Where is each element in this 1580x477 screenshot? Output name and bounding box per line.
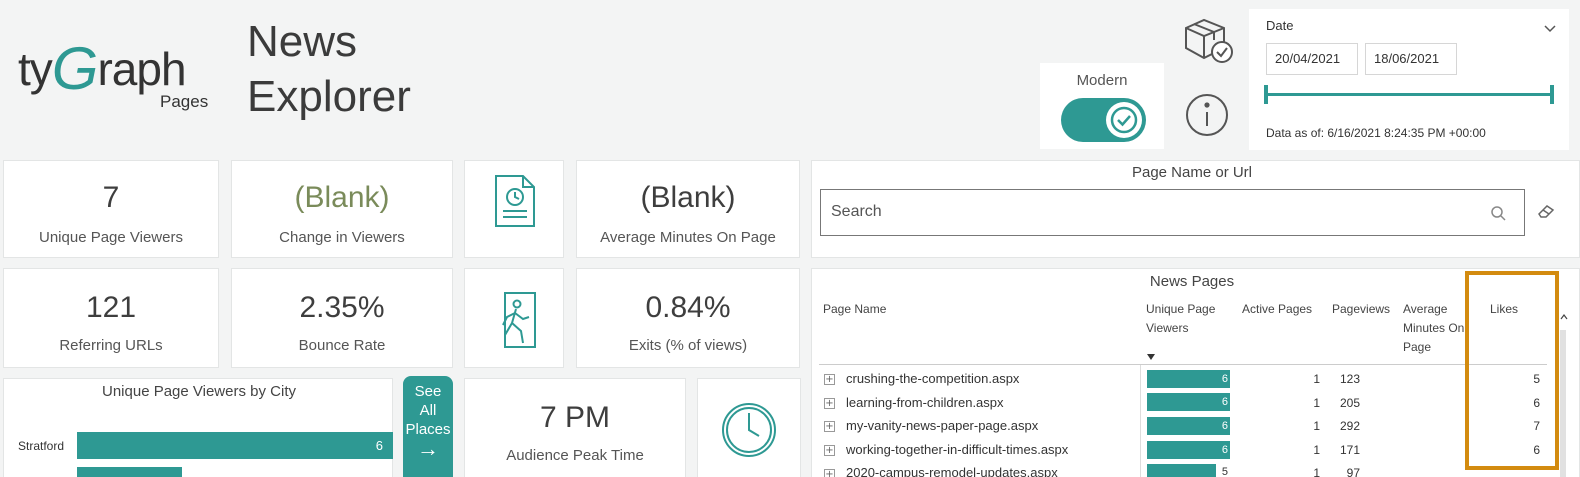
exit-running-icon	[502, 292, 536, 348]
city-bar[interactable]: 6	[77, 432, 393, 459]
row-page-name[interactable]: 2020-campus-remodel-updates.aspx	[846, 465, 1058, 477]
start-date-input[interactable]: 20/04/2021	[1266, 43, 1358, 75]
kpi-value: 121	[85, 291, 137, 324]
document-clock-icon	[495, 175, 535, 227]
slider-end-handle[interactable]	[1550, 85, 1554, 104]
exit-card	[464, 268, 564, 368]
row-viewers: 6	[1221, 373, 1228, 385]
row-pageviews: 123	[1339, 372, 1360, 386]
end-date-input[interactable]: 18/06/2021	[1365, 43, 1457, 75]
expand-plus-icon[interactable]: +	[824, 421, 835, 432]
document-clock-card	[464, 160, 564, 258]
row-viewers: 6	[1221, 420, 1228, 432]
tygraph-logo: tyGraph	[18, 35, 187, 102]
search-title: Page Name or Url	[1131, 164, 1253, 181]
search-panel: Page Name or Url Search	[811, 160, 1580, 258]
col-header-pageviews[interactable]: Pageviews	[1332, 300, 1390, 319]
clock-icon	[722, 403, 776, 457]
check-icon	[1110, 106, 1138, 134]
search-input[interactable]: Search	[820, 189, 1525, 236]
toggle-knob	[1106, 102, 1142, 138]
data-as-of: Data as of: 6/16/2021 8:24:35 PM +00:00	[1266, 126, 1486, 140]
chevron-down-icon[interactable]	[1543, 19, 1557, 38]
package-check-icon[interactable]	[1180, 14, 1236, 70]
city-label: Stratford	[18, 439, 65, 453]
logo-subtitle: Pages	[160, 92, 209, 111]
expand-plus-icon[interactable]: +	[824, 445, 835, 456]
kpi-label: Bounce Rate	[298, 337, 386, 354]
kpi-peak-time: 7 PM Audience Peak Time	[464, 378, 686, 477]
col-header-avg-minutes[interactable]: Average Minutes On Page	[1403, 300, 1465, 357]
row-viewers: 5	[1221, 466, 1228, 477]
scroll-up-icon[interactable]	[1560, 305, 1568, 324]
date-slicer: Date 20/04/2021 18/06/2021 Data as of: 6…	[1249, 9, 1569, 150]
eraser-icon[interactable]	[1536, 203, 1556, 219]
column-divider	[1140, 365, 1141, 477]
kpi-label: Audience Peak Time	[506, 447, 644, 464]
row-pageviews: 205	[1339, 396, 1360, 410]
row-viewers: 6	[1221, 444, 1228, 456]
kpi-value: 7	[102, 181, 120, 214]
kpi-value: 0.84%	[645, 291, 731, 324]
see-all-places-button[interactable]: See All Places →	[403, 376, 453, 477]
city-chart-title: Unique Page Viewers by City	[102, 383, 296, 400]
row-page-name[interactable]: learning-from-children.aspx	[846, 395, 1004, 410]
search-placeholder: Search	[831, 203, 882, 220]
city-bar[interactable]	[77, 467, 182, 477]
date-label: Date	[1266, 18, 1294, 33]
arrow-right-icon: →	[417, 436, 439, 461]
likes-column-highlight	[1465, 271, 1559, 470]
kpi-change-viewers: (Blank) Change in Viewers	[231, 160, 453, 258]
row-page-name[interactable]: my-vanity-news-paper-page.aspx	[846, 418, 1038, 433]
kpi-label: Referring URLs	[59, 337, 163, 354]
page-title: News Explorer	[247, 17, 411, 121]
kpi-bounce-rate: 2.35% Bounce Rate	[231, 268, 453, 368]
modern-toggle-panel: Modern	[1040, 63, 1164, 149]
header-divider	[819, 364, 1547, 365]
city-bar-value: 6	[375, 438, 383, 453]
modern-label: Modern	[1076, 72, 1128, 89]
col-header-page-name[interactable]: Page Name	[823, 300, 886, 319]
kpi-value: 2.35%	[299, 291, 385, 324]
modern-toggle[interactable]	[1061, 98, 1146, 142]
kpi-label: Exits (% of views)	[628, 337, 748, 354]
kpi-referring-urls: 121 Referring URLs	[3, 268, 219, 368]
kpi-value: (Blank)	[294, 181, 390, 214]
row-page-name[interactable]: working-together-in-difficult-times.aspx	[846, 442, 1068, 457]
row-viewers: 6	[1221, 396, 1228, 408]
info-icon[interactable]	[1185, 93, 1229, 137]
sort-desc-icon[interactable]	[1147, 354, 1155, 360]
kpi-unique-viewers: 7 Unique Page Viewers	[3, 160, 219, 258]
row-page-name[interactable]: crushing-the-competition.aspx	[846, 371, 1019, 386]
kpi-exits: 0.84% Exits (% of views)	[576, 268, 800, 368]
row-pageviews: 292	[1339, 419, 1360, 433]
expand-plus-icon[interactable]: +	[824, 469, 835, 477]
kpi-label: Average Minutes On Page	[600, 229, 776, 246]
clock-card	[697, 378, 801, 477]
row-pageviews: 97	[1346, 466, 1360, 477]
date-range-slider[interactable]	[1266, 93, 1552, 96]
kpi-value: 7 PM	[539, 401, 611, 434]
kpi-label: Change in Viewers	[279, 229, 405, 246]
expand-plus-icon[interactable]: +	[824, 374, 835, 385]
table-title: News Pages	[1149, 273, 1235, 290]
search-icon[interactable]	[1490, 205, 1506, 221]
kpi-avg-minutes: (Blank) Average Minutes On Page	[576, 160, 800, 258]
kpi-value: (Blank)	[640, 181, 736, 214]
slider-start-handle[interactable]	[1264, 85, 1268, 104]
col-header-active-pages[interactable]: Active Pages	[1242, 300, 1312, 319]
table-scrollbar[interactable]	[1560, 330, 1566, 477]
city-chart: Unique Page Viewers by City Stratford 6	[3, 378, 393, 477]
expand-plus-icon[interactable]: +	[824, 398, 835, 409]
col-header-unique-viewers[interactable]: Unique Page Viewers	[1146, 300, 1215, 338]
row-pageviews: 171	[1339, 443, 1360, 457]
kpi-label: Unique Page Viewers	[39, 229, 183, 246]
